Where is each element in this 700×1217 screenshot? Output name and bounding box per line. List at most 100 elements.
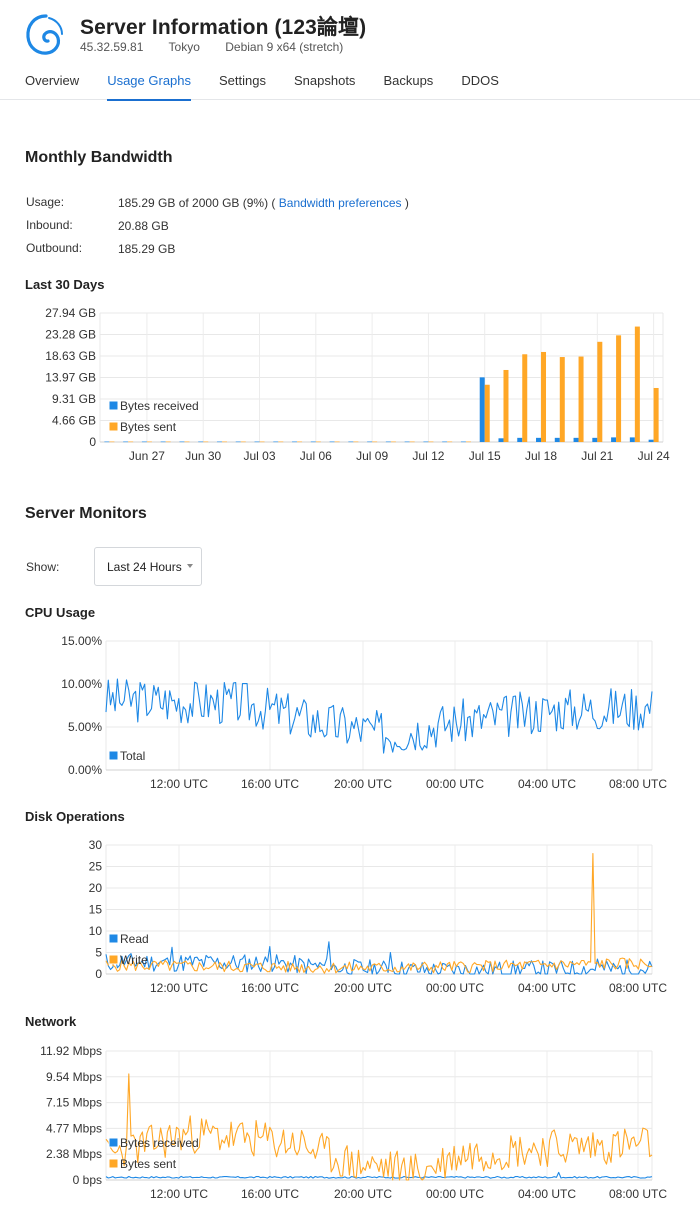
bar-bytes-received-jul-18 <box>536 437 542 442</box>
x-tick-label-00-00-utc: 00:00 UTC <box>426 981 484 995</box>
legend-swatch-bytes-sent <box>108 1158 119 1169</box>
show-label: Show: <box>26 560 60 574</box>
bar-bytes-sent-jul-03 <box>259 441 265 443</box>
disk-line-chart: 30 25 20 15 10 5 0 12:00 UTC 16:00 UTC 20:00 UTC 0… <box>89 838 668 995</box>
cpu-chart-title: CPU Usage <box>25 605 96 620</box>
tab-overview[interactable]: Overview <box>25 73 79 101</box>
legend-label-bytes-sent: Bytes sent <box>120 420 177 434</box>
tab-backups[interactable]: Backups <box>383 73 433 101</box>
bar-bytes-sent-jul-05 <box>297 441 303 443</box>
bar-bytes-received-jul-10 <box>385 441 391 443</box>
y-tick-label-5: 5 <box>95 946 102 960</box>
bar-bytes-received-jul-15 <box>479 377 485 442</box>
bar-bytes-received-jul-01 <box>216 441 222 443</box>
y-tick-label-4-66-gb: 4.66 GB <box>52 414 96 428</box>
bar-bytes-received-jul-02 <box>235 441 241 443</box>
x-tick-label-jun-30: Jun 30 <box>185 449 221 463</box>
server-ip: 45.32.59.81 <box>80 40 144 54</box>
bar-bytes-received-jul-19 <box>554 437 560 442</box>
time-range-select[interactable]: Last 24 Hours <box>94 547 202 586</box>
legend-swatch-write <box>108 954 119 965</box>
bar-bytes-sent-jul-08 <box>353 441 359 443</box>
x-tick-label-16-00-utc: 16:00 UTC <box>241 981 299 995</box>
y-tick-label-15-00: 15.00% <box>61 634 102 648</box>
tab-ddos[interactable]: DDOS <box>461 73 499 101</box>
bar-bytes-sent-jul-15 <box>484 384 490 442</box>
bar-bytes-received-jul-03 <box>254 441 260 443</box>
y-tick-label-7-15-mbps: 7.15 Mbps <box>46 1096 102 1110</box>
tab-usage-graphs[interactable]: Usage Graphs <box>107 73 192 101</box>
bandwidth-chart-title: Last 30 Days <box>25 277 105 292</box>
y-tick-label-10: 10 <box>89 924 103 938</box>
legend-swatch-read <box>108 933 119 944</box>
bar-bytes-received-jul-21 <box>592 437 598 442</box>
x-tick-label-jul-12: Jul 12 <box>412 449 444 463</box>
bar-bytes-sent-jul-04 <box>278 441 284 443</box>
bar-bytes-received-jul-05 <box>292 441 298 443</box>
bar-bytes-sent-jul-18 <box>541 351 547 442</box>
bar-bytes-sent-jul-23 <box>634 326 640 442</box>
x-tick-label-jul-18: Jul 18 <box>525 449 557 463</box>
bar-bytes-received-jul-22 <box>611 437 617 442</box>
x-tick-label-jul-21: Jul 21 <box>581 449 613 463</box>
bar-bytes-sent-jul-17 <box>522 354 528 442</box>
legend-label-bytes-sent: Bytes sent <box>120 1157 177 1171</box>
series-line-bytes-received <box>105 1171 653 1179</box>
page-title: Server Information (123論壇) <box>80 16 367 39</box>
bar-bytes-received-jun-29 <box>179 441 185 443</box>
bar-bytes-received-jul-11 <box>404 441 410 443</box>
network-chart-title: Network <box>25 1014 77 1029</box>
x-tick-label-jul-24: Jul 24 <box>638 449 670 463</box>
outbound-label: Outbound: <box>26 241 83 255</box>
x-tick-label-12-00-utc: 12:00 UTC <box>150 1187 208 1201</box>
bar-bytes-received-jul-23 <box>629 437 635 442</box>
series-line-bytes-sent <box>105 1073 653 1181</box>
bandwidth-preferences-link[interactable]: Bandwidth preferences <box>279 196 402 210</box>
bar-bytes-sent-jul-13 <box>447 441 453 443</box>
bar-bytes-sent-jul-20 <box>578 356 584 442</box>
network-line-chart: 11.92 Mbps 9.54 Mbps 7.15 Mbps 4.77 Mbps 2.3… <box>40 1044 667 1201</box>
bar-bytes-received-jul-12 <box>423 441 429 443</box>
bar-bytes-sent-jul-07 <box>334 441 340 443</box>
server-header: Server Information (123論壇) 45.32.59.81 T… <box>0 0 700 101</box>
y-tick-label-15: 15 <box>89 903 103 917</box>
y-tick-label-27-94-gb: 27.94 GB <box>45 306 96 320</box>
bar-bytes-sent-jun-28 <box>165 441 171 443</box>
x-tick-label-16-00-utc: 16:00 UTC <box>241 777 299 791</box>
legend-label-total: Total <box>120 749 145 763</box>
tab-snapshots[interactable]: Snapshots <box>294 73 355 101</box>
x-tick-label-00-00-utc: 00:00 UTC <box>426 1187 484 1201</box>
y-tick-label-9-54-mbps: 9.54 Mbps <box>46 1070 102 1084</box>
x-tick-label-jul-15: Jul 15 <box>469 449 501 463</box>
x-tick-label-04-00-utc: 04:00 UTC <box>518 777 576 791</box>
bar-bytes-sent-jun-30 <box>203 441 209 443</box>
x-tick-label-12-00-utc: 12:00 UTC <box>150 777 208 791</box>
bar-bytes-sent-jul-24 <box>653 387 659 442</box>
x-tick-label-jul-06: Jul 06 <box>300 449 332 463</box>
bar-bytes-sent-jul-21 <box>597 341 603 442</box>
y-tick-label-0-bps: 0 bps <box>73 1173 102 1187</box>
usage-amount: 185.29 GB of 2000 GB (9%) ( <box>118 196 276 210</box>
bar-bytes-received-jul-16 <box>498 438 504 442</box>
debian-swirl-icon <box>26 14 63 55</box>
x-tick-label-20-00-utc: 20:00 UTC <box>334 1187 392 1201</box>
x-tick-label-04-00-utc: 04:00 UTC <box>518 981 576 995</box>
bar-bytes-sent-jul-22 <box>616 335 622 442</box>
series-line-write <box>105 853 653 974</box>
x-tick-label-16-00-utc: 16:00 UTC <box>241 1187 299 1201</box>
tab-settings[interactable]: Settings <box>219 73 266 101</box>
y-tick-label-2-38-mbps: 2.38 Mbps <box>46 1147 102 1161</box>
y-tick-label-13-97-gb: 13.97 GB <box>45 371 96 385</box>
inbound-label: Inbound: <box>26 218 73 232</box>
x-tick-label-12-00-utc: 12:00 UTC <box>150 981 208 995</box>
bar-bytes-received-jul-20 <box>573 437 579 442</box>
bar-bytes-sent-jul-11 <box>409 441 415 443</box>
inbound-value: 20.88 GB <box>118 219 169 233</box>
legend-swatch-bytes-received <box>108 400 119 411</box>
x-tick-label-jul-03: Jul 03 <box>244 449 276 463</box>
series-line-read <box>105 941 653 975</box>
bar-bytes-sent-jun-26 <box>128 441 134 443</box>
server-location: Tokyo <box>168 40 200 54</box>
bar-bytes-received-jul-14 <box>460 441 466 443</box>
x-tick-label-04-00-utc: 04:00 UTC <box>518 1187 576 1201</box>
